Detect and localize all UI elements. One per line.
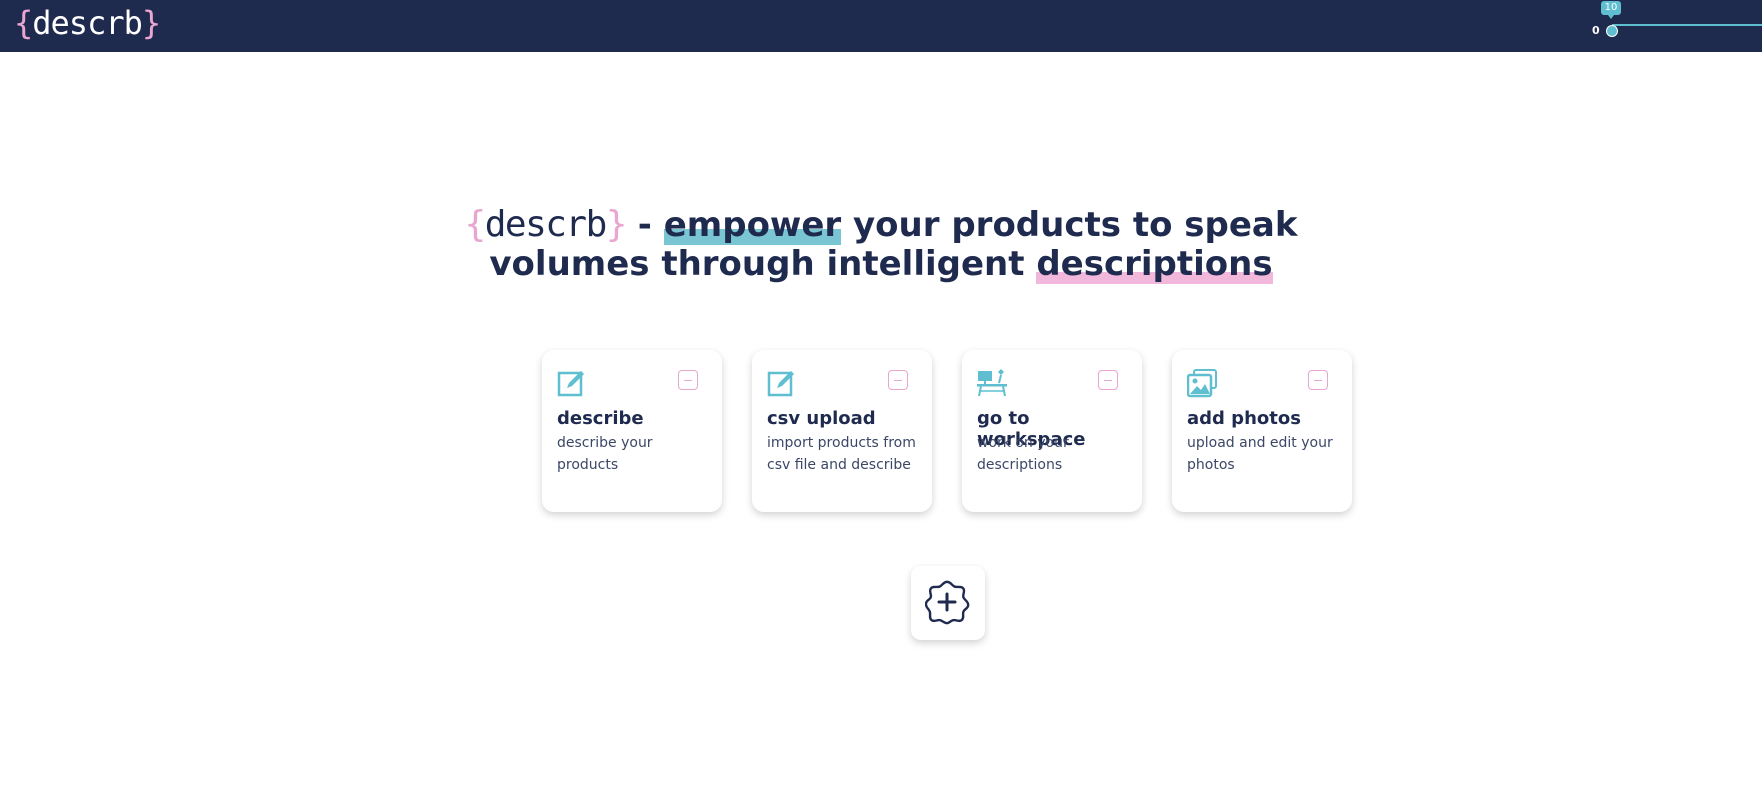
slider-value-bubble: 10: [1601, 1, 1621, 19]
card-workspace[interactable]: go to workspace work on your description…: [962, 350, 1142, 512]
hero-brand-text: descrb: [484, 204, 608, 245]
collapse-toggle[interactable]: [678, 370, 698, 390]
card-description: work on your descriptions: [977, 435, 1069, 473]
hero-heading: {descrb} - empower your products to spea…: [380, 205, 1382, 284]
edit-icon: [557, 368, 587, 398]
card-title: add photos: [1187, 408, 1301, 429]
card-title: describe: [557, 408, 644, 429]
hero-brace-open: {: [464, 204, 487, 245]
slider-min-label: 0: [1592, 24, 1600, 37]
collapse-toggle[interactable]: [888, 370, 908, 390]
slider-thumb[interactable]: [1606, 25, 1618, 37]
card-description: describe your products: [557, 435, 653, 473]
collapse-toggle[interactable]: [1098, 370, 1118, 390]
add-icon: [925, 580, 970, 625]
card-title: csv upload: [767, 408, 876, 429]
value-slider[interactable]: 0 10: [1590, 0, 1762, 52]
card-description: import products from csv file and descri…: [767, 435, 916, 473]
add-button[interactable]: [911, 566, 985, 640]
hero-highlight-descriptions: descriptions: [1036, 244, 1273, 284]
photos-icon: [1186, 368, 1217, 398]
desk-icon: [977, 368, 1007, 398]
hero-brand: {descrb}: [464, 204, 628, 245]
card-add-photos[interactable]: add photos upload and edit your photos: [1172, 350, 1352, 512]
card-describe[interactable]: describe describe your products: [542, 350, 722, 512]
slider-track[interactable]: [1612, 24, 1762, 26]
collapse-toggle[interactable]: [1308, 370, 1328, 390]
logo[interactable]: {descrb}: [14, 4, 161, 42]
hero-highlight-empower: empower: [663, 205, 842, 245]
action-cards: describe describe your products csv uplo…: [542, 350, 1354, 512]
top-navbar: {descrb} 0 10: [0, 0, 1762, 52]
logo-text: descrb: [32, 4, 143, 42]
hero-separator: -: [625, 205, 664, 245]
logo-brace-open: {: [14, 4, 33, 42]
hero-brace-close: }: [605, 204, 628, 245]
edit-icon: [767, 368, 797, 398]
logo-brace-close: }: [141, 4, 161, 42]
card-csv-upload[interactable]: csv upload import products from csv file…: [752, 350, 932, 512]
card-description: upload and edit your photos: [1187, 435, 1333, 473]
